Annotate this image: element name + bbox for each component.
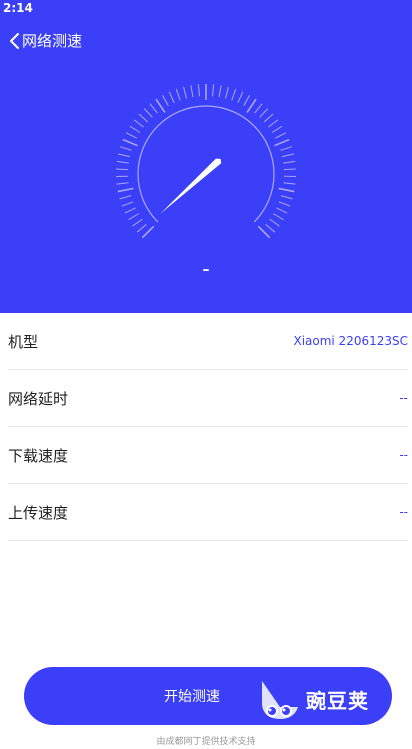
gauge-tick (212, 84, 215, 97)
gauge-needle (160, 158, 222, 214)
row-upload: 上传速度 -- (8, 484, 408, 541)
speedometer-gauge (116, 84, 296, 239)
row-model: 机型 Xiaomi 2206123SC (8, 313, 408, 370)
row-latency: 网络延时 -- (8, 370, 408, 427)
row-download-value: -- (399, 448, 408, 462)
gauge-tick (275, 132, 287, 139)
gauge-tick (141, 225, 155, 239)
speed-test-header: 2:14 网络测速 – (0, 0, 412, 313)
row-download-label: 下载速度 (8, 446, 69, 465)
gauge-tick (259, 108, 269, 118)
start-test-label: 开始测速 (164, 689, 220, 705)
gauge-tick (124, 207, 136, 214)
footer-note: 由成都网丁提供技术支持 (156, 737, 256, 747)
gauge-tick (125, 132, 137, 139)
gauge-tick (280, 146, 292, 151)
gauge-tick (117, 187, 134, 193)
gauge-tick (224, 86, 229, 99)
gauge-tick (257, 225, 271, 239)
gauge-tick (121, 201, 134, 207)
gauge-inner-arc (137, 105, 275, 223)
gauge-tick (278, 187, 295, 193)
gauge-tick (231, 88, 237, 101)
row-model-label: 机型 (8, 332, 39, 351)
gauge-tick (133, 119, 144, 128)
gauge-tick (278, 201, 291, 207)
gauge-tick (265, 223, 276, 233)
gauge-tick (138, 113, 149, 123)
gauge-value: – (202, 262, 210, 278)
gauge-tick (143, 108, 153, 118)
gauge-tick (119, 195, 132, 200)
gauge-tick (276, 207, 288, 214)
gauge-tick (183, 86, 188, 99)
gauge-tick (162, 94, 169, 106)
row-latency-value: -- (399, 391, 408, 405)
pea-pod-icon (262, 681, 298, 719)
gauge-tick (243, 94, 250, 106)
gauge-tick (218, 85, 222, 98)
gauge-tick (116, 168, 129, 171)
gauge-tick (122, 138, 138, 147)
gauge-tick (149, 103, 158, 114)
gauge-tick (237, 91, 244, 104)
row-latency-label: 网络延时 (8, 389, 69, 408)
gauge-tick (283, 160, 296, 164)
gauge-tick (274, 138, 290, 147)
gauge-tick (175, 88, 181, 101)
gauge-ticks (116, 84, 296, 239)
row-upload-value: -- (399, 505, 408, 519)
gauge-tick (118, 153, 131, 158)
gauge-tick (136, 223, 147, 233)
gauge-tick (116, 182, 129, 185)
gauge-tick (281, 153, 294, 158)
gauge-tick (128, 213, 140, 221)
gauge-tick (116, 160, 129, 164)
watermark: 豌豆荚 (258, 676, 390, 722)
row-download: 下载速度 -- (8, 427, 408, 484)
gauge-tick (155, 98, 166, 113)
back-button[interactable] (4, 30, 24, 52)
gauge-tick (269, 218, 280, 227)
gauge-tick (272, 213, 284, 221)
gauge-tick (280, 195, 293, 200)
gauge-tick (246, 98, 257, 113)
page-title: 网络测速 (22, 32, 83, 50)
row-model-value: Xiaomi 2206123SC (293, 334, 408, 348)
gauge-tick (271, 125, 283, 133)
gauge-tick (129, 125, 141, 133)
gauge-tick (120, 146, 132, 151)
device-info-list: 机型 Xiaomi 2206123SC 网络延时 -- 下载速度 -- 上传速度… (8, 313, 408, 541)
row-upload-label: 上传速度 (8, 503, 69, 522)
gauge-tick (263, 113, 274, 123)
status-time: 2:14 (3, 1, 33, 15)
gauge-tick (168, 91, 175, 104)
gauge-tick (268, 119, 279, 128)
watermark-text: 豌豆荚 (306, 688, 369, 713)
gauge-tick (132, 218, 143, 227)
chevron-left-icon (10, 33, 19, 49)
gauge-tick (190, 85, 194, 98)
gauge-tick (283, 182, 296, 185)
gauge-tick (283, 168, 296, 171)
gauge-tick (254, 103, 263, 114)
gauge-tick (197, 84, 200, 97)
